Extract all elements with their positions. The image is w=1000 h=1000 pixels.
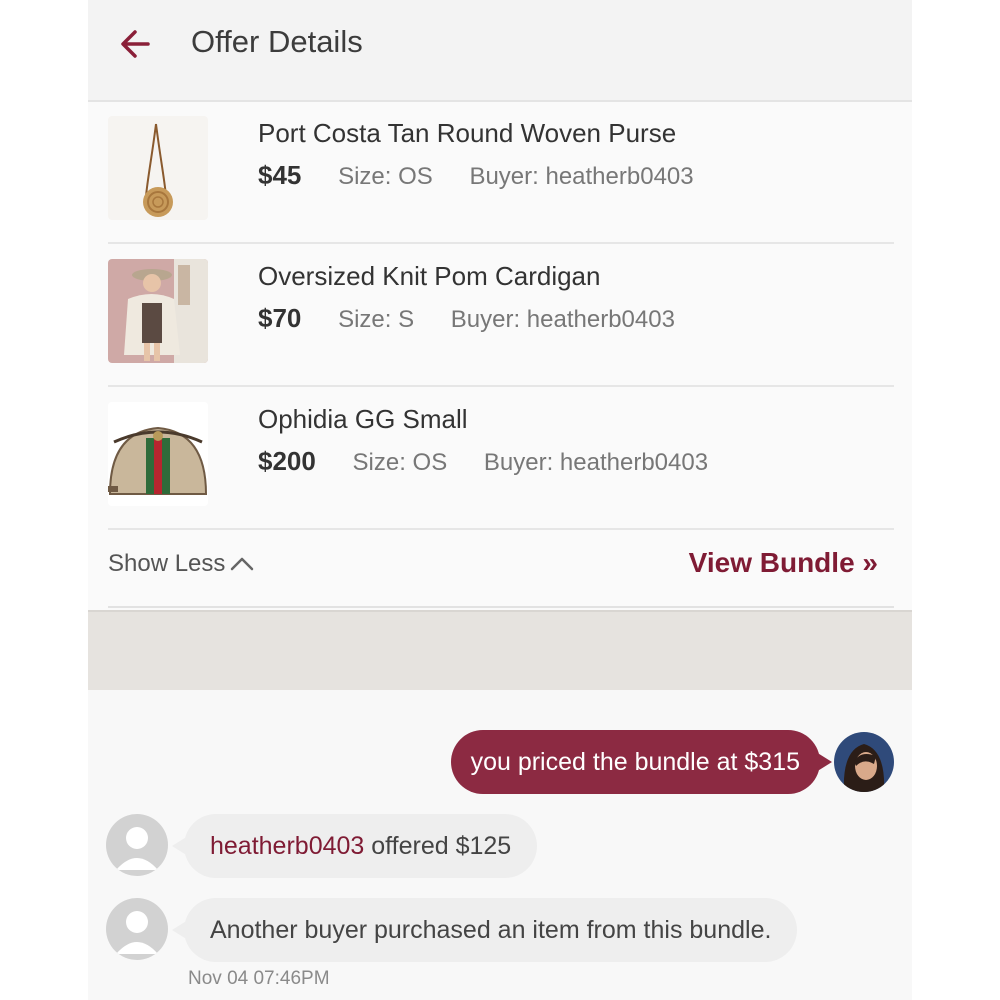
item-price: $45	[258, 160, 302, 190]
item-size: Size: S	[338, 306, 415, 333]
item-meta: $70 Size: S Buyer: heatherb0403	[258, 303, 675, 334]
bundle-item[interactable]: Port Costa Tan Round Woven Purse $45 Siz…	[108, 100, 894, 244]
item-price: $200	[258, 446, 316, 476]
item-buyer: Buyer: heatherb0403	[450, 306, 675, 333]
item-meta: $200 Size: OS Buyer: heatherb0403	[258, 446, 708, 477]
top-bar: Offer Details	[88, 0, 912, 102]
bubble-tail	[816, 752, 832, 772]
item-title[interactable]: Port Costa Tan Round Woven Purse	[258, 118, 676, 149]
show-less-label: Show Less	[108, 550, 226, 577]
cardigan-model-thumbnail[interactable]	[108, 259, 208, 363]
message-bubble-system[interactable]: Another buyer purchased an item from thi…	[184, 898, 798, 962]
message-timestamp: Nov 04 07:46PM	[188, 968, 330, 989]
item-size: Size: OS	[338, 163, 433, 190]
buyer-username-link[interactable]: heatherb0403	[210, 832, 364, 860]
arrow-left-icon[interactable]	[118, 26, 154, 62]
item-buyer: Buyer: heatherb0403	[483, 449, 709, 476]
page-title: Offer Details	[191, 24, 363, 59]
message-bubble-offer[interactable]: heatherb0403 offered $125	[184, 814, 538, 878]
gg-handbag-thumbnail[interactable]	[108, 402, 208, 506]
item-price: $70	[258, 303, 302, 333]
item-size: Size: OS	[352, 449, 448, 476]
section-separator	[88, 610, 912, 692]
bundle-item[interactable]: Oversized Knit Pom Cardigan $70 Size: S …	[108, 243, 894, 387]
avatar[interactable]	[106, 898, 168, 960]
bundle-item[interactable]: Ophidia GG Small $200 Size: OS Buyer: he…	[108, 386, 894, 530]
item-buyer: Buyer: heatherb0403	[469, 163, 694, 190]
app-screen: Offer Details Port Costa Tan Round Woven…	[88, 0, 912, 1000]
message-bubble-sent[interactable]: you priced the bundle at $315	[450, 730, 820, 794]
divider	[108, 606, 894, 608]
show-less-button[interactable]: Show Less	[108, 550, 255, 578]
item-title[interactable]: Ophidia GG Small	[258, 404, 468, 435]
avatar[interactable]	[834, 732, 894, 792]
item-meta: $45 Size: OS Buyer: heatherb0403	[258, 160, 694, 191]
chat-thread: you priced the bundle at $315 heatherb04…	[88, 690, 912, 1000]
round-woven-purse-thumbnail[interactable]	[108, 116, 208, 220]
chevron-up-icon	[231, 557, 254, 571]
item-title[interactable]: Oversized Knit Pom Cardigan	[258, 261, 600, 292]
avatar[interactable]	[106, 814, 168, 876]
view-bundle-link[interactable]: View Bundle »	[689, 547, 878, 579]
offer-text: offered $125	[364, 832, 512, 860]
